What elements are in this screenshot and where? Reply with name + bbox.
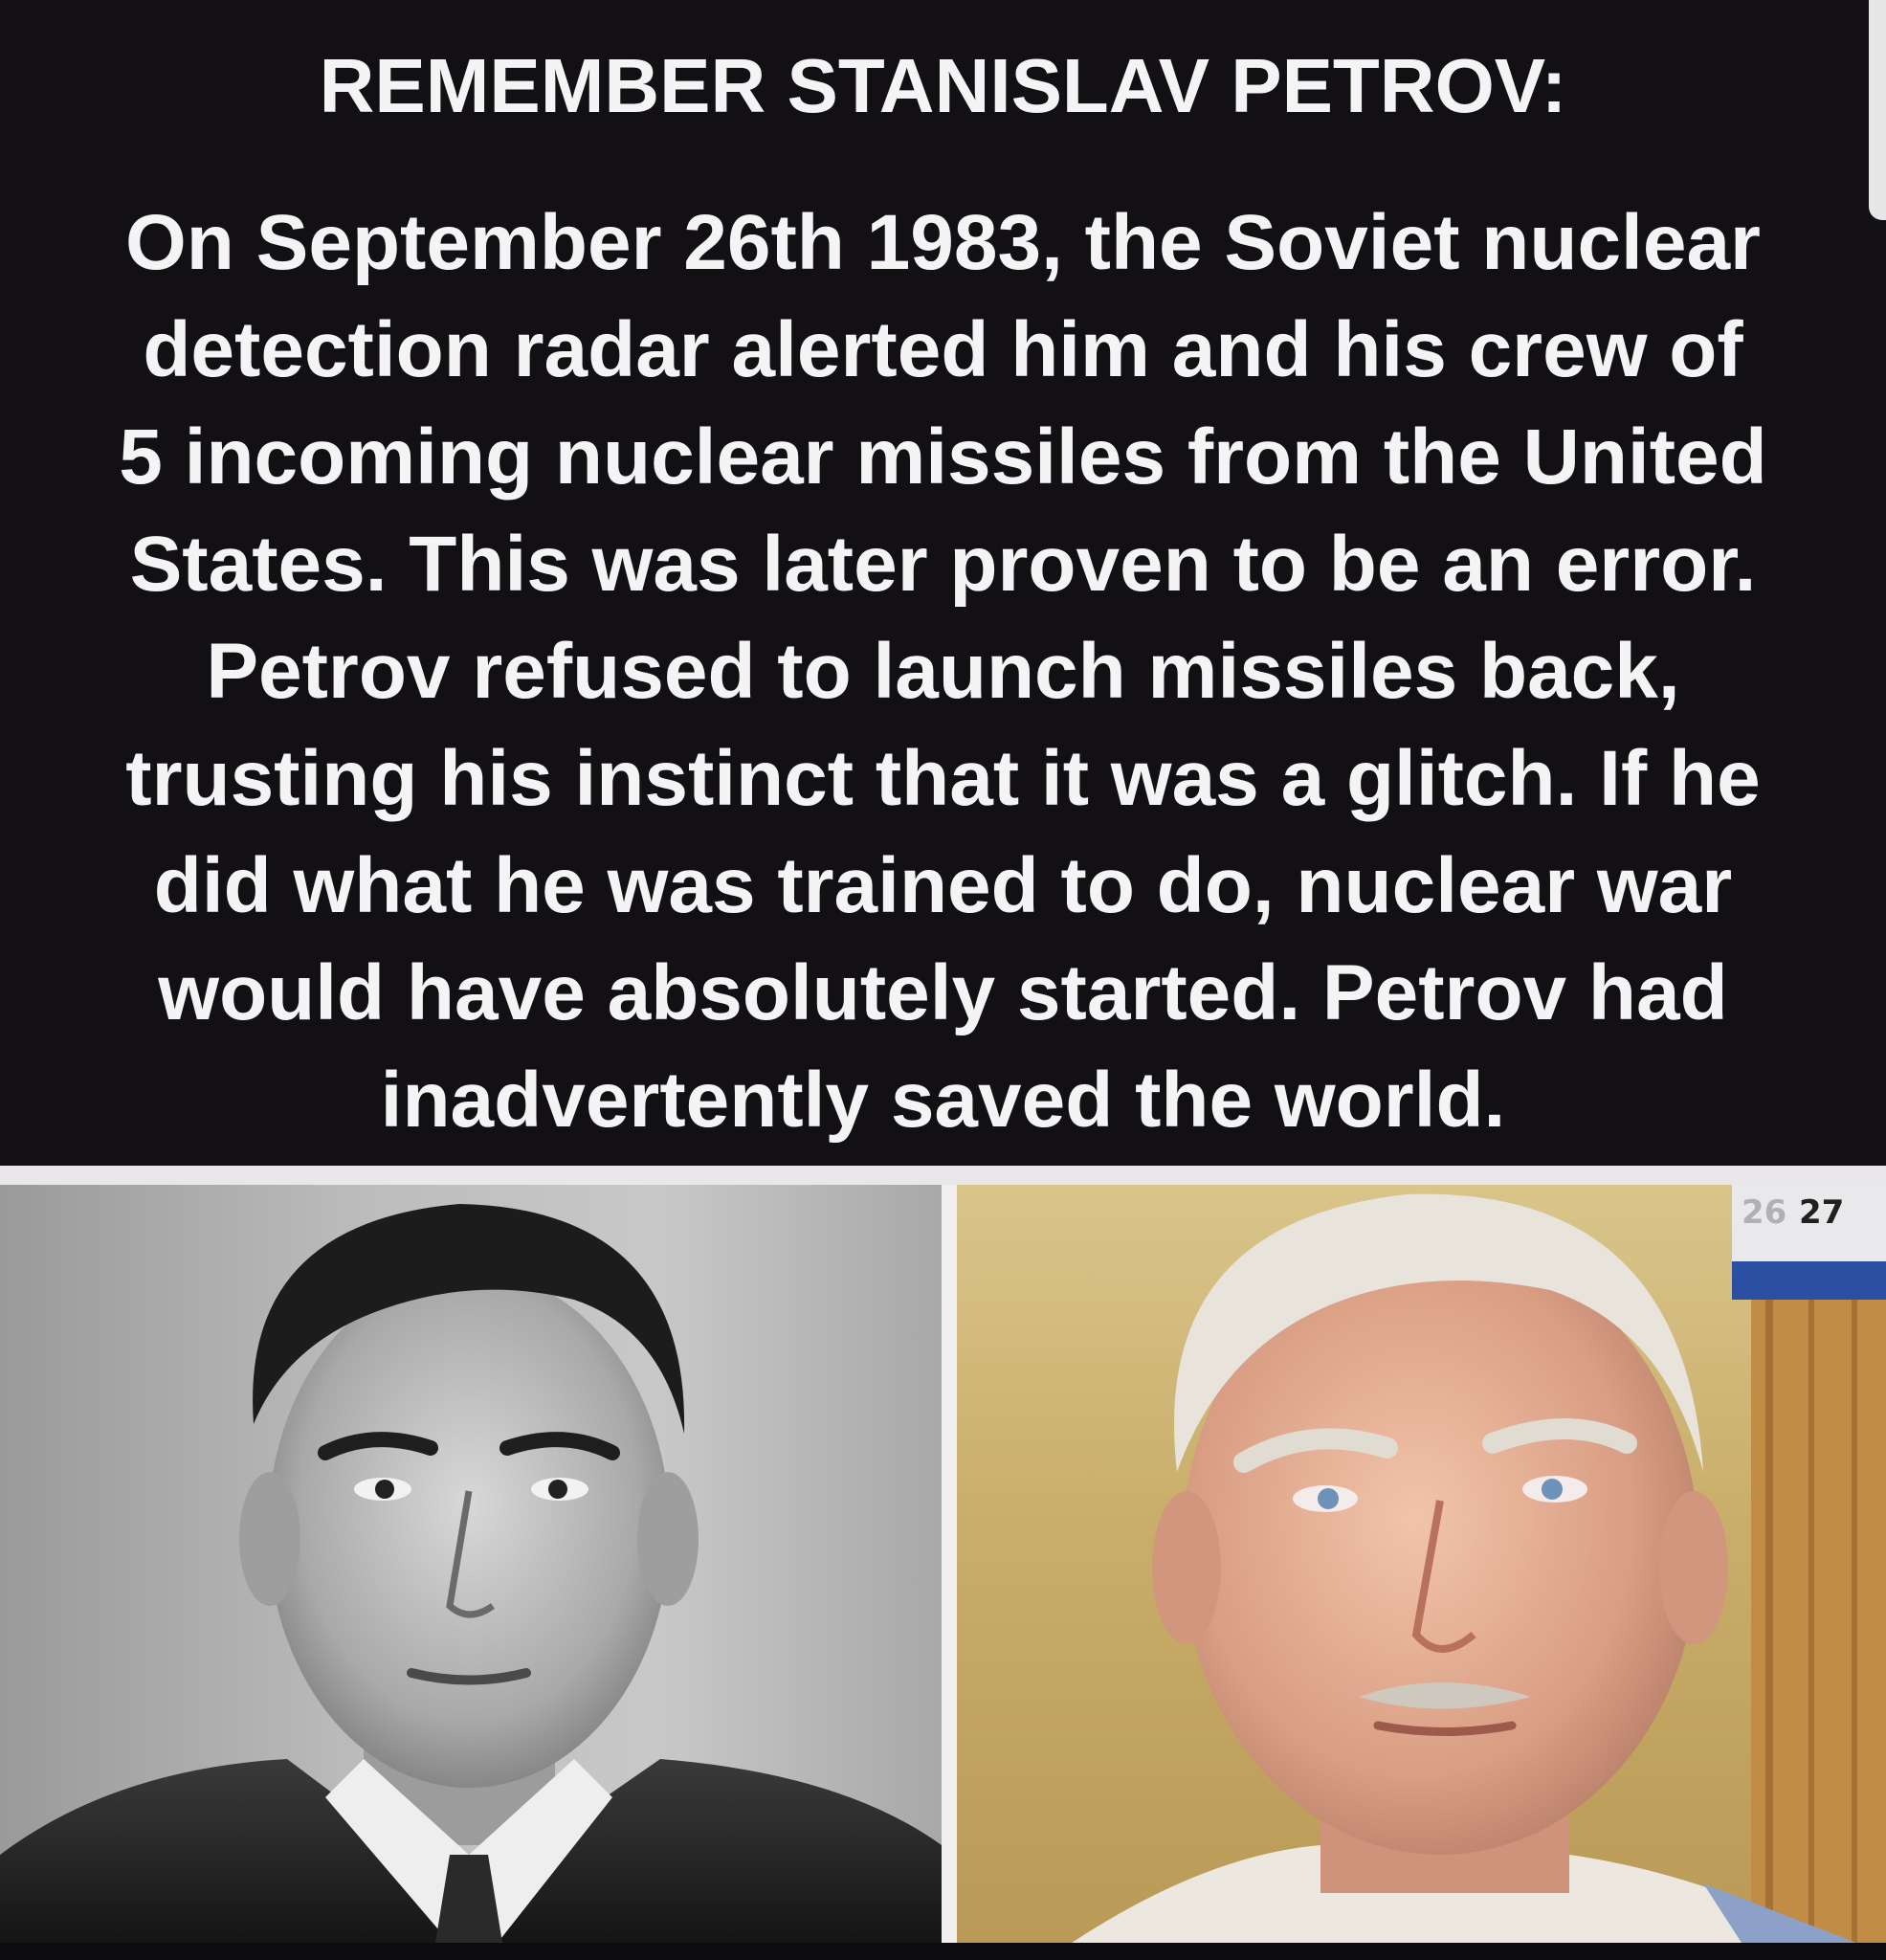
- body-line: detection radar alerted him and his crew…: [143, 306, 1743, 393]
- body-line: States. This was later proven to be an e…: [129, 521, 1757, 608]
- calendar-number: 27: [1799, 1193, 1844, 1232]
- older-portrait-illustration: 26 27: [1072, 1185, 1886, 1943]
- scroll-edge-tab: [1869, 0, 1886, 220]
- photo-older-petrov: 26 27: [957, 1185, 1886, 1943]
- divider: [0, 1166, 1886, 1185]
- body-paragraph: On September 26th 1983, the Soviet nucle…: [19, 189, 1867, 1154]
- calendar-number: 26: [1742, 1193, 1786, 1232]
- bottom-bar: [0, 1943, 1886, 1960]
- body-line: Petrov refused to launch missiles back,: [206, 628, 1680, 715]
- body-line: inadvertently saved the world.: [380, 1057, 1506, 1144]
- body-line: On September 26th 1983, the Soviet nucle…: [125, 199, 1761, 286]
- young-portrait-illustration: [0, 1204, 942, 1943]
- text-panel: REMEMBER STANISLAV PETROV: On September …: [0, 0, 1886, 1166]
- body-line: trusting his instinct that it was a glit…: [125, 735, 1761, 822]
- photo-separator: [942, 1185, 957, 1943]
- headline: REMEMBER STANISLAV PETROV:: [319, 43, 1567, 128]
- body-line: would have absolutely started. Petrov ha…: [158, 949, 1728, 1036]
- photo-young-petrov: [0, 1185, 942, 1943]
- body-line: 5 incoming nuclear missiles from the Uni…: [119, 413, 1767, 501]
- body-line: did what he was trained to do, nuclear w…: [153, 842, 1733, 929]
